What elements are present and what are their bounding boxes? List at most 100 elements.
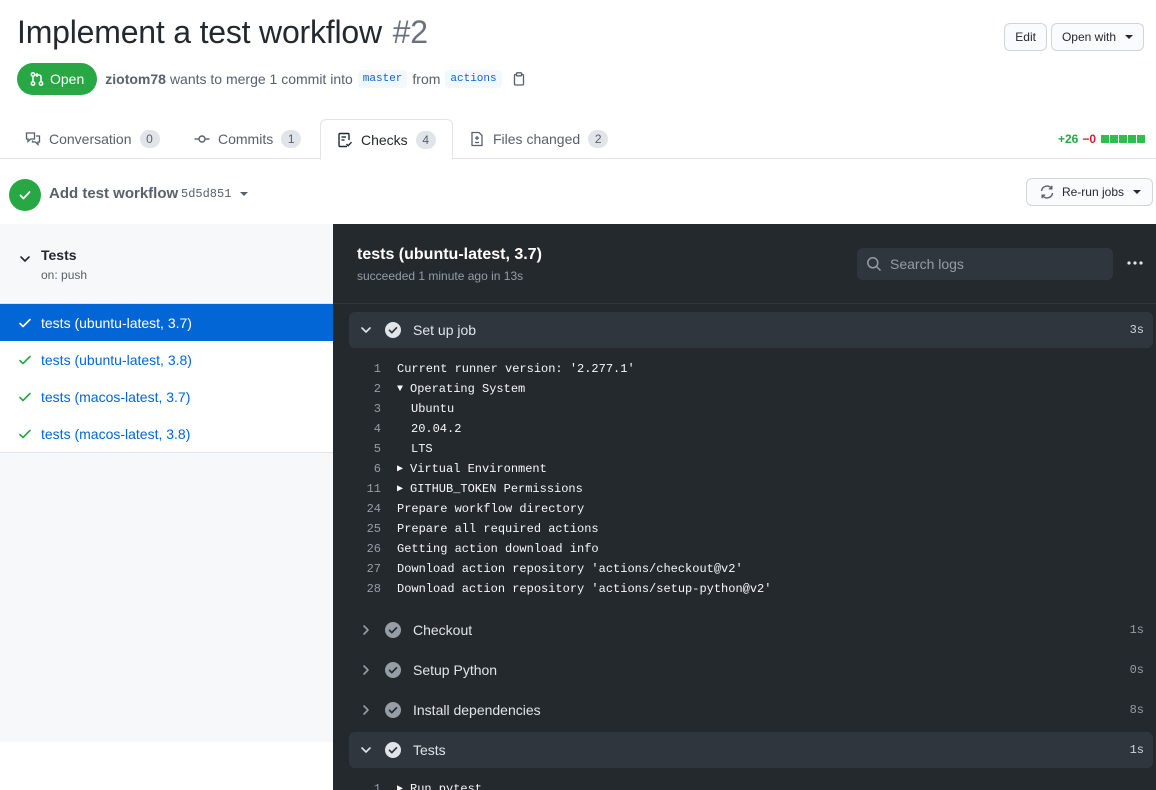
triangle-right-icon[interactable]: ▶ (397, 483, 410, 495)
log-line: 27 Download action repository 'actions/ch… (349, 559, 1153, 579)
tab-conversation[interactable]: Conversation 0 (25, 119, 160, 159)
step-install-dependencies[interactable]: Install dependencies 8s (349, 692, 1153, 728)
base-branch-link[interactable]: master (357, 70, 408, 88)
job-status-text: succeeded 1 minute ago in 13s (357, 269, 524, 283)
pr-title-text: Implement a test workflow (17, 14, 382, 50)
step-duration: 0s (1129, 663, 1144, 677)
tab-counter: 2 (588, 130, 609, 148)
triangle-right-icon[interactable]: ▶ (397, 783, 410, 790)
line-text: Ubuntu (411, 402, 455, 416)
chevron-right-icon (363, 665, 369, 675)
line-number[interactable]: 26 (349, 542, 397, 556)
tab-counter: 4 (415, 130, 436, 149)
pr-tabs: Conversation 0 Commits 1 Checks 4 Files … (0, 119, 1156, 160)
triangle-down-icon[interactable]: ▼ (397, 384, 410, 395)
step-name: Checkout (413, 622, 473, 638)
log-line[interactable]: 2 ▼ Operating System (349, 379, 1153, 399)
line-number[interactable]: 6 (349, 462, 397, 476)
workflow-sidebar: Tests on: push tests (ubuntu-latest, 3.7… (0, 224, 333, 742)
page-title: Implement a test workflow #2 (17, 14, 428, 51)
workflow-header[interactable]: Tests on: push (0, 224, 333, 304)
line-number[interactable]: 28 (349, 582, 397, 596)
line-number[interactable]: 24 (349, 502, 397, 516)
workflow-name: Tests (41, 247, 77, 263)
job-item[interactable]: tests (ubuntu-latest, 3.7) (0, 304, 333, 341)
diffstat: +26 −0 (1058, 132, 1145, 146)
job-item[interactable]: tests (macos-latest, 3.7) (0, 378, 333, 415)
diffstat-block (1101, 135, 1109, 143)
author-link[interactable]: ziotom78 (105, 71, 166, 87)
line-number[interactable]: 5 (349, 442, 397, 456)
step-duration: 1s (1129, 623, 1144, 637)
step-set-up-job[interactable]: Set up job 3s (349, 312, 1153, 348)
merge-text: wants to merge 1 commit into (169, 71, 353, 87)
line-number[interactable]: 27 (349, 562, 397, 576)
line-number[interactable]: 3 (349, 402, 397, 416)
triangle-right-icon[interactable]: ▶ (397, 463, 410, 475)
search-input[interactable] (890, 256, 1100, 272)
chevron-down-icon (361, 327, 371, 333)
tab-label: Files changed (493, 131, 581, 147)
line-number[interactable]: 1 (349, 782, 397, 790)
diffstat-block (1110, 135, 1118, 143)
line-number[interactable]: 11 (349, 482, 397, 496)
check-circle-icon (385, 742, 401, 758)
step-checkout[interactable]: Checkout 1s (349, 612, 1153, 648)
log-line[interactable]: 6 ▶ Virtual Environment (349, 459, 1153, 479)
kebab-horizontal-icon[interactable] (1126, 254, 1144, 272)
step-name: Tests (413, 742, 446, 758)
commit-sha-dropdown[interactable]: 5d5d851 (181, 187, 249, 201)
job-item[interactable]: tests (ubuntu-latest, 3.8) (0, 341, 333, 378)
caret-down-icon (1125, 35, 1133, 39)
step-duration: 3s (1129, 323, 1144, 337)
copy-icon[interactable] (513, 72, 525, 86)
pr-meta: Open ziotom78 wants to merge 1 commit in… (17, 63, 525, 95)
header-actions: Edit Open with (1004, 23, 1144, 51)
log-line: 1 Current runner version: '2.277.1' (349, 359, 1153, 379)
step-tests[interactable]: Tests 1s (349, 732, 1153, 768)
tab-checks[interactable]: Checks 4 (320, 119, 453, 160)
log-line: 25 Prepare all required actions (349, 519, 1153, 539)
check-icon (19, 429, 31, 438)
check-circle-icon (385, 622, 401, 638)
job-label: tests (macos-latest, 3.7) (41, 388, 191, 405)
edit-button[interactable]: Edit (1004, 23, 1047, 51)
tab-counter: 0 (139, 130, 160, 148)
step-setup-python[interactable]: Setup Python 0s (349, 652, 1153, 688)
line-number[interactable]: 1 (349, 362, 397, 376)
log-line: 4 20.04.2 (349, 419, 1153, 439)
line-number[interactable]: 4 (349, 422, 397, 436)
step-name: Setup Python (413, 662, 498, 678)
job-item[interactable]: tests (macos-latest, 3.8) (0, 415, 333, 452)
log-line: 5 LTS (349, 439, 1153, 459)
diffstat-block (1119, 135, 1127, 143)
search-icon (867, 257, 882, 272)
status-badge: Open (17, 63, 98, 95)
sync-icon (1040, 185, 1054, 199)
tab-label: Checks (361, 131, 408, 148)
job-label: tests (ubuntu-latest, 3.8) (41, 351, 192, 368)
log-line[interactable]: 1 ▶ Run pytest (349, 779, 1153, 790)
line-number[interactable]: 2 (349, 382, 397, 396)
commit-bar: Add test workflow 5d5d851 Re-run jobs (0, 160, 1156, 224)
git-pull-request-icon (30, 72, 44, 86)
pr-number: #2 (392, 14, 428, 50)
rerun-jobs-button[interactable]: Re-run jobs (1025, 178, 1153, 206)
head-branch-link[interactable]: actions (445, 70, 502, 88)
job-label: tests (macos-latest, 3.8) (41, 425, 191, 442)
chevron-right-icon (363, 705, 369, 715)
caret-down-icon (1133, 190, 1141, 194)
line-number[interactable]: 25 (349, 522, 397, 536)
success-check-icon (9, 179, 41, 211)
divider (333, 303, 1156, 304)
chevron-right-icon (363, 625, 369, 635)
open-with-button[interactable]: Open with (1050, 23, 1144, 51)
line-text: Run pytest (410, 782, 483, 790)
tab-files-changed[interactable]: Files changed 2 (469, 119, 609, 159)
log-line[interactable]: 11 ▶ GITHUB_TOKEN Permissions (349, 479, 1153, 499)
tab-commits[interactable]: Commits 1 (194, 119, 302, 159)
step-name: Install dependencies (413, 702, 541, 718)
diffstat-block (1137, 135, 1145, 143)
tab-label: Commits (218, 131, 274, 147)
caret-down-icon (240, 192, 249, 196)
